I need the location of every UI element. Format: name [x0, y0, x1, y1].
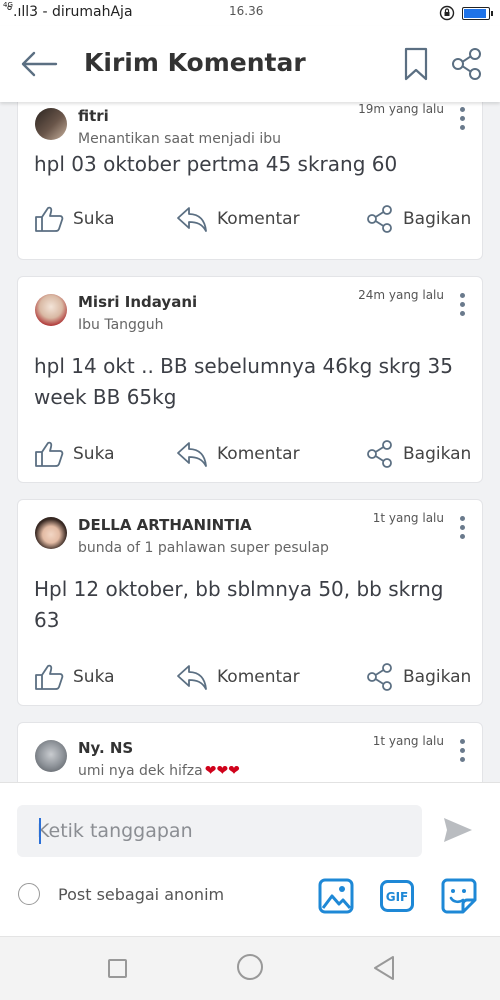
- more-options-icon[interactable]: [460, 516, 466, 543]
- user-name[interactable]: fitri: [78, 107, 109, 125]
- share-label: Bagikan: [403, 444, 472, 464]
- comment-text: Hpl 12 oktober, bb sblmnya 50, bb skrng …: [34, 577, 444, 632]
- home-icon[interactable]: [237, 954, 263, 980]
- reply-icon: [177, 665, 207, 690]
- action-row: Suka Komentar Bagikan: [18, 437, 482, 471]
- comment-card: DELLA ARTHANINTIA bunda of 1 pahlawan su…: [17, 499, 483, 706]
- avatar: [35, 108, 67, 140]
- comment-button[interactable]: Komentar: [176, 660, 300, 694]
- user-name[interactable]: Misri Indayani: [78, 293, 197, 311]
- user-tagline: Ibu Tangguh: [78, 317, 164, 333]
- like-button[interactable]: Suka: [34, 660, 115, 694]
- share-label: Bagikan: [403, 667, 472, 687]
- comment-label: Komentar: [217, 444, 300, 464]
- comment-text: hpl 14 okt .. BB sebelumnya 46kg skrg 35…: [34, 354, 454, 409]
- page-title: Kirim Komentar: [84, 48, 306, 77]
- user-tagline: Menantikan saat menjadi ibu: [78, 131, 282, 147]
- gif-label: GIF: [386, 890, 409, 904]
- comment-card: Ny. NS umi nya dek hifza ❤❤❤ 1t yang lalu: [17, 722, 483, 782]
- share-icon: [367, 663, 392, 691]
- comment-label: Komentar: [217, 209, 300, 229]
- battery-level: [464, 9, 486, 18]
- thumbs-up-icon: [35, 206, 64, 232]
- sticker-icon[interactable]: [441, 878, 477, 914]
- reply-icon: [177, 207, 207, 232]
- thumbs-up-icon: [35, 664, 64, 690]
- system-nav-bar: [0, 936, 500, 1000]
- post-time: 1t yang lalu: [372, 734, 444, 748]
- comment-input[interactable]: [17, 805, 422, 857]
- comment-button[interactable]: Komentar: [176, 437, 300, 471]
- image-icon[interactable]: [318, 878, 354, 914]
- share-icon: [367, 205, 392, 233]
- clock: 16.36: [229, 4, 264, 18]
- action-row: Suka Komentar Bagikan: [18, 202, 482, 236]
- share-label: Bagikan: [403, 209, 472, 229]
- reply-composer: Post sebagai anonim GIF: [0, 782, 500, 936]
- share-icon: [367, 440, 392, 468]
- heart-emoji: ❤❤❤: [204, 763, 240, 779]
- post-time: 1t yang lalu: [372, 511, 444, 525]
- carrier-label: °.ıll3 - dirumahAja: [6, 4, 133, 20]
- thumbs-up-icon: [35, 441, 64, 467]
- comment-feed[interactable]: fitri Menantikan saat menjadi ibu 19m ya…: [0, 102, 500, 782]
- bookmark-icon[interactable]: [403, 46, 429, 82]
- anonymous-radio[interactable]: [18, 883, 40, 905]
- tagline-text: umi nya dek hifza: [78, 763, 203, 779]
- rotation-lock-icon: [439, 5, 455, 21]
- avatar: [35, 517, 67, 549]
- comment-label: Komentar: [217, 667, 300, 687]
- battery-icon: [462, 7, 493, 20]
- like-label: Suka: [73, 444, 115, 464]
- recent-apps-icon[interactable]: [108, 959, 127, 978]
- user-name[interactable]: DELLA ARTHANINTIA: [78, 516, 252, 534]
- action-row: Suka Komentar Bagikan: [18, 660, 482, 694]
- user-name[interactable]: Ny. NS: [78, 739, 133, 757]
- comment-card: fitri Menantikan saat menjadi ibu 19m ya…: [17, 102, 483, 260]
- like-label: Suka: [73, 209, 115, 229]
- send-icon[interactable]: [443, 817, 473, 843]
- more-options-icon[interactable]: [460, 107, 466, 134]
- anonymous-label: Post sebagai anonim: [58, 885, 225, 904]
- like-button[interactable]: Suka: [34, 437, 115, 471]
- back-icon[interactable]: [373, 955, 395, 981]
- comment-text: hpl 03 oktober pertma 45 skrang 60: [34, 152, 398, 176]
- user-tagline: umi nya dek hifza ❤❤❤: [78, 763, 240, 779]
- share-post-button[interactable]: Bagikan: [366, 202, 471, 236]
- like-button[interactable]: Suka: [34, 202, 115, 236]
- comment-button[interactable]: Komentar: [176, 202, 300, 236]
- more-options-icon[interactable]: [460, 739, 466, 766]
- share-post-button[interactable]: Bagikan: [366, 437, 471, 471]
- share-post-button[interactable]: Bagikan: [366, 660, 471, 694]
- post-time: 19m yang lalu: [358, 102, 444, 116]
- more-options-icon[interactable]: [460, 293, 466, 320]
- user-tagline: bunda of 1 pahlawan super pesulap: [78, 540, 329, 556]
- back-arrow-icon[interactable]: [20, 50, 58, 78]
- like-label: Suka: [73, 667, 115, 687]
- app-bar: Kirim Komentar: [0, 26, 500, 102]
- avatar: [35, 294, 67, 326]
- share-icon[interactable]: [450, 47, 484, 81]
- avatar: [35, 740, 67, 772]
- reply-icon: [177, 442, 207, 467]
- gif-icon[interactable]: GIF: [380, 880, 414, 912]
- post-time: 24m yang lalu: [358, 288, 444, 302]
- text-cursor: [39, 818, 41, 844]
- status-bar: 4G °.ıll3 - dirumahAja 16.36: [0, 0, 500, 26]
- comment-card: Misri Indayani Ibu Tangguh 24m yang lalu…: [17, 276, 483, 483]
